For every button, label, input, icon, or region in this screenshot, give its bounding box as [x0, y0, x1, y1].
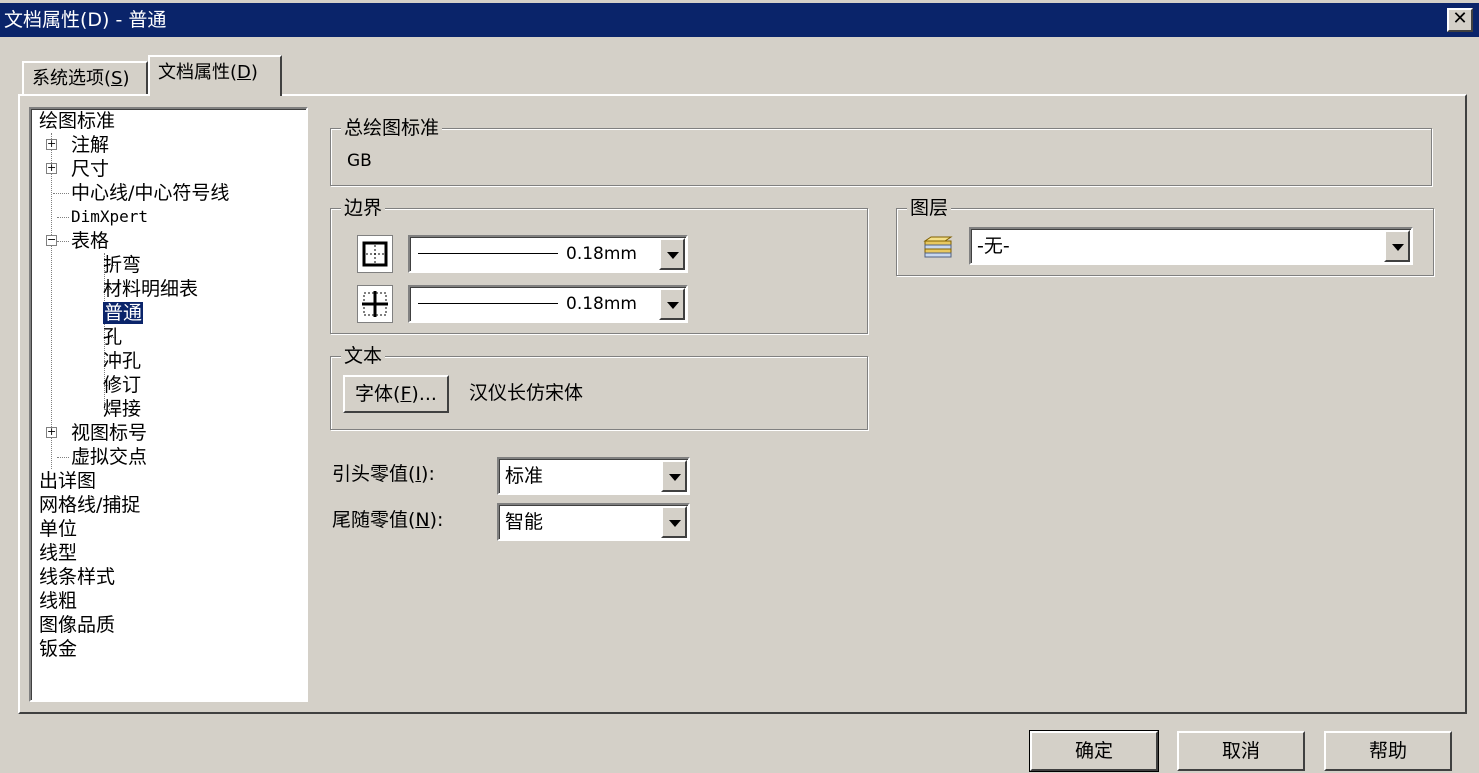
tree-item-virtual-sharp[interactable]: 虚拟交点: [71, 445, 147, 469]
ok-button[interactable]: 确定: [1029, 730, 1159, 772]
tree-item-sheet-metal[interactable]: 钣金: [39, 637, 77, 661]
tree-item-annotations[interactable]: 注解: [71, 133, 109, 157]
close-button[interactable]: ✕: [1447, 8, 1473, 32]
expand-plus-icon[interactable]: +: [46, 162, 57, 174]
window-title: 文档属性(D) - 普通: [4, 9, 167, 31]
tree-item-bend[interactable]: 折弯: [103, 253, 141, 277]
leading-zeros-label: 引头零值(I):: [332, 463, 435, 485]
tree-item-grid-snap[interactable]: 网格线/捕捉: [39, 493, 140, 517]
tree-item-tables[interactable]: 表格: [71, 229, 109, 253]
properties-tree[interactable]: 绘图标准 + 注解 + 尺寸 中心线/中心符号线 DimXpert − 表格 折…: [29, 107, 308, 702]
tree-item-line-font[interactable]: 线型: [39, 541, 77, 565]
overall-standard-group: 总绘图标准 GB: [330, 116, 1432, 186]
border-group: 边界 0.18mm 0.18mm: [330, 196, 868, 334]
tree-item-dimxpert[interactable]: DimXpert: [71, 205, 148, 229]
tab-document-properties[interactable]: 文档属性(D): [148, 55, 282, 96]
expand-plus-icon[interactable]: +: [46, 138, 57, 150]
title-bar: 文档属性(D) - 普通 ✕: [0, 0, 1479, 37]
overall-standard-value: GB: [347, 151, 372, 171]
layer-select[interactable]: -无-: [969, 227, 1413, 265]
border-outer-width: 0.18mm: [566, 244, 637, 264]
tree-item-line-style[interactable]: 线条样式: [39, 565, 115, 589]
collapse-minus-icon[interactable]: −: [46, 234, 57, 246]
leading-zeros-select[interactable]: 标准: [497, 457, 690, 495]
tree-item-bom[interactable]: 材料明细表: [103, 277, 198, 301]
tree-item-revision[interactable]: 修订: [103, 373, 141, 397]
close-icon: ✕: [1452, 8, 1468, 29]
tree-item-image-quality[interactable]: 图像品质: [39, 613, 115, 637]
text-title: 文本: [341, 344, 386, 368]
tree-item-weld[interactable]: 焊接: [103, 397, 141, 421]
tree-item-line-thickness[interactable]: 线粗: [39, 589, 77, 613]
border-inner-select[interactable]: 0.18mm: [408, 285, 688, 323]
tree-item-drafting-standard[interactable]: 绘图标准: [39, 109, 115, 133]
tree-item-hole[interactable]: 孔: [103, 325, 122, 349]
leading-zeros-value: 标准: [505, 465, 544, 487]
border-outer-select[interactable]: 0.18mm: [408, 235, 688, 273]
font-button[interactable]: 字体(F)...: [343, 375, 449, 413]
chevron-down-icon[interactable]: [661, 460, 687, 492]
layer-value: -无-: [977, 235, 1010, 257]
layer-title: 图层: [907, 196, 952, 220]
border-outer-icon[interactable]: [357, 235, 393, 273]
border-inner-icon[interactable]: [357, 285, 393, 323]
tree-item-punch[interactable]: 冲孔: [103, 349, 141, 373]
tree-item-units[interactable]: 单位: [39, 517, 77, 541]
chevron-down-icon[interactable]: [659, 288, 685, 320]
tree-item-detailing[interactable]: 出详图: [39, 469, 96, 493]
tree-item-general[interactable]: 普通: [103, 301, 144, 325]
help-button[interactable]: 帮助: [1324, 731, 1452, 771]
font-name: 汉仪长仿宋体: [469, 382, 584, 404]
layers-icon: [921, 231, 955, 261]
overall-standard-title: 总绘图标准: [341, 116, 443, 140]
border-title: 边界: [341, 196, 386, 220]
tab-system-options[interactable]: 系统选项(S): [22, 61, 148, 95]
chevron-down-icon[interactable]: [1384, 230, 1410, 262]
trailing-zeros-label: 尾随零值(N):: [332, 509, 444, 531]
trailing-zeros-value: 智能: [505, 511, 544, 533]
cancel-button[interactable]: 取消: [1177, 731, 1305, 771]
tree-item-view-labels[interactable]: 视图标号: [71, 421, 147, 445]
chevron-down-icon[interactable]: [659, 238, 685, 270]
tree-item-centerlines[interactable]: 中心线/中心符号线: [71, 181, 229, 205]
expand-plus-icon[interactable]: +: [46, 426, 57, 438]
trailing-zeros-select[interactable]: 智能: [497, 503, 690, 541]
text-group: 文本 字体(F)... 汉仪长仿宋体: [330, 344, 868, 430]
tree-item-dimensions[interactable]: 尺寸: [71, 157, 109, 181]
layer-group: 图层 -无-: [896, 196, 1434, 276]
chevron-down-icon[interactable]: [661, 506, 687, 538]
border-inner-width: 0.18mm: [566, 294, 637, 314]
